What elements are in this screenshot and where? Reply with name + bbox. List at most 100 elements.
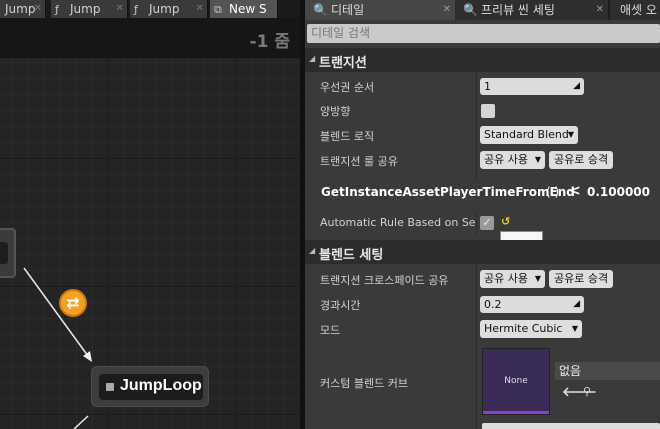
- property-label: Automatic Rule Based on Sequence Player …: [320, 216, 476, 229]
- crossfade-share-dropdown[interactable]: 공유 사용 ▼: [480, 270, 545, 288]
- chevron-down-icon: ▼: [571, 324, 578, 333]
- details-search-input[interactable]: 디테일 검색: [307, 24, 660, 43]
- state-icon: [106, 383, 114, 391]
- graph-tab-jump-1[interactable]: ƒJump✕: [0, 0, 46, 18]
- field-value: 1: [484, 80, 491, 93]
- transition-wire: [73, 415, 89, 429]
- property-label: 우선권 순서: [320, 81, 375, 94]
- asset-type-color-bar: [483, 411, 549, 414]
- property-label: 트랜지션 크로스페이드 공유: [320, 274, 449, 287]
- state-node-offscreen[interactable]: [0, 228, 16, 278]
- function-name: GetInstanceAssetPlayerTimeFromEnd: [321, 185, 575, 199]
- thumbnail-label: None: [504, 376, 528, 386]
- graph-tab-jump-2[interactable]: ƒ Jump ✕: [51, 0, 128, 18]
- close-icon[interactable]: ✕: [596, 0, 604, 20]
- blend-logic-dropdown[interactable]: Standard Blend ▼: [480, 126, 578, 144]
- reset-to-default-icon[interactable]: ↺: [501, 215, 510, 228]
- dropdown-value: Standard Blend: [484, 128, 569, 141]
- tab-label: 프리뷰 씬 세팅: [481, 3, 555, 17]
- section-title: 블렌드 세팅: [319, 248, 384, 263]
- magnifier-icon: 🔍: [463, 3, 478, 17]
- property-label: 모드: [320, 324, 341, 337]
- section-blend-settings-header[interactable]: ◢ 블렌드 세팅: [305, 240, 660, 264]
- node-body: JumpLoop: [99, 374, 203, 400]
- function-icon: ƒ: [134, 3, 138, 16]
- property-label: 경과시간: [320, 299, 361, 312]
- property-label: 트랜지션 룰 공유: [320, 155, 398, 168]
- chevron-down-icon: ▼: [534, 155, 541, 164]
- node-title: JumpLoop: [120, 377, 202, 394]
- tab-label: New S: [229, 2, 267, 16]
- graph-tab-bar: ƒJump✕ ƒJump✕ ƒJump✕ ⧉New S: [0, 0, 300, 18]
- promote-to-shared-button[interactable]: 공유로 승격: [549, 151, 613, 169]
- function-icon: ƒ: [55, 3, 59, 16]
- field-value: 0.2: [484, 298, 502, 311]
- next-property-field[interactable]: [482, 423, 660, 429]
- magnifier-icon: 🔍: [313, 3, 328, 17]
- state-node-jumploop[interactable]: JumpLoop: [91, 366, 209, 407]
- state-machine-icon: ⧉: [214, 3, 222, 16]
- collapse-arrow-icon: ◢: [309, 246, 316, 255]
- transition-rule-expression: GetInstanceAssetPlayerTimeFromEnd ( ) < …: [305, 181, 660, 205]
- tab-preview-scene[interactable]: 🔍 프리뷰 씬 세팅 ✕: [455, 0, 608, 20]
- node-body: [0, 242, 8, 264]
- property-label: 커스텀 블렌드 커브: [320, 377, 408, 390]
- row-bidirectional: 양방향: [305, 98, 660, 122]
- row-duration: 경과시간 0.2 ◢: [305, 292, 660, 316]
- promote-to-shared-button[interactable]: 공유로 승격: [549, 270, 613, 288]
- close-icon[interactable]: ✕: [196, 0, 204, 18]
- property-label: 양방향: [320, 105, 351, 118]
- wire-arrowhead: [83, 351, 92, 362]
- transition-rule-icon[interactable]: ⇄: [59, 289, 87, 317]
- dropdown-value: Hermite Cubic: [484, 322, 563, 335]
- automatic-rule-checkbox[interactable]: ✓: [480, 216, 494, 230]
- graph-tab-jump-3[interactable]: ƒ Jump ✕: [130, 0, 208, 18]
- row-automatic-rule: Automatic Rule Based on Sequence Player …: [305, 211, 660, 235]
- function-parens: ( ): [546, 185, 560, 199]
- browse-magnifier-icon[interactable]: ⚲: [583, 385, 591, 398]
- tab-label: Jump: [70, 2, 101, 16]
- tab-label: 디테일: [331, 3, 365, 17]
- use-selected-arrow-icon[interactable]: 🡐: [562, 384, 597, 400]
- close-icon[interactable]: ✕: [116, 0, 124, 18]
- row-transition-rule-share: 트랜지션 룰 공유 공유 사용 ▼ 공유로 승격: [305, 148, 660, 172]
- tab-asset-browser[interactable]: 애셋 오: [610, 0, 660, 20]
- blend-curve-thumbnail[interactable]: None: [482, 348, 550, 415]
- tab-label: Jump: [5, 2, 36, 16]
- section-transition-header[interactable]: ◢ 트랜지션: [305, 48, 660, 72]
- bidirectional-checkbox[interactable]: [481, 104, 495, 118]
- editor-window: ƒJump✕ ƒJump✕ ƒJump✕ ⧉New S -1 줌 ⇄: [0, 0, 660, 429]
- drag-grip-icon[interactable]: ◢: [573, 78, 580, 95]
- details-tab-bar: 🔍 디테일 ✕ 🔍 프리뷰 씬 세팅 ✕ 애셋 오: [305, 0, 660, 20]
- row-mode: 모드 Hermite Cubic ▼: [305, 317, 660, 341]
- threshold-value: 0.100000: [587, 185, 651, 199]
- row-priority-order: 우선권 순서 1 ◢: [305, 74, 660, 98]
- chevron-down-icon: ▼: [567, 130, 574, 139]
- collapse-arrow-icon: ◢: [309, 54, 316, 63]
- close-icon[interactable]: ✕: [443, 0, 451, 20]
- row-blend-logic: 블렌드 로직 Standard Blend ▼: [305, 123, 660, 147]
- blend-mode-dropdown[interactable]: Hermite Cubic ▼: [480, 320, 582, 338]
- function-icon: ƒ: [0, 1, 2, 18]
- tab-label: 애셋 오: [620, 3, 657, 17]
- property-label: 블렌드 로직: [320, 130, 375, 143]
- tab-label: Jump: [149, 2, 180, 16]
- section-title: 트랜지션: [319, 56, 367, 71]
- column-divider: [476, 211, 477, 235]
- priority-order-field[interactable]: 1 ◢: [480, 78, 584, 95]
- drag-grip-icon[interactable]: ◢: [573, 296, 580, 313]
- graph-canvas[interactable]: -1 줌 ⇄ JumpLoop: [0, 18, 300, 429]
- dropdown-value: 공유 사용: [484, 153, 528, 166]
- tab-details[interactable]: 🔍 디테일 ✕: [305, 0, 455, 20]
- rule-share-dropdown[interactable]: 공유 사용 ▼: [480, 151, 545, 169]
- comparison-operator: <: [569, 183, 581, 199]
- row-crossfade-share: 트랜지션 크로스페이드 공유 공유 사용 ▼ 공유로 승격: [305, 267, 660, 291]
- dropdown-value: 공유 사용: [484, 272, 528, 285]
- close-icon[interactable]: ✕: [34, 0, 42, 18]
- graph-panel: ƒJump✕ ƒJump✕ ƒJump✕ ⧉New S -1 줌 ⇄: [0, 0, 300, 429]
- duration-field[interactable]: 0.2 ◢: [480, 296, 584, 313]
- curve-asset-picker[interactable]: 없음: [555, 362, 660, 380]
- graph-tab-state-machine[interactable]: ⧉ New S: [210, 0, 278, 18]
- chevron-down-icon: ▼: [534, 274, 541, 283]
- details-panel: 🔍 디테일 ✕ 🔍 프리뷰 씬 세팅 ✕ 애셋 오 디테일 검색 ◢ 트랜지션 우선권 …: [305, 0, 660, 429]
